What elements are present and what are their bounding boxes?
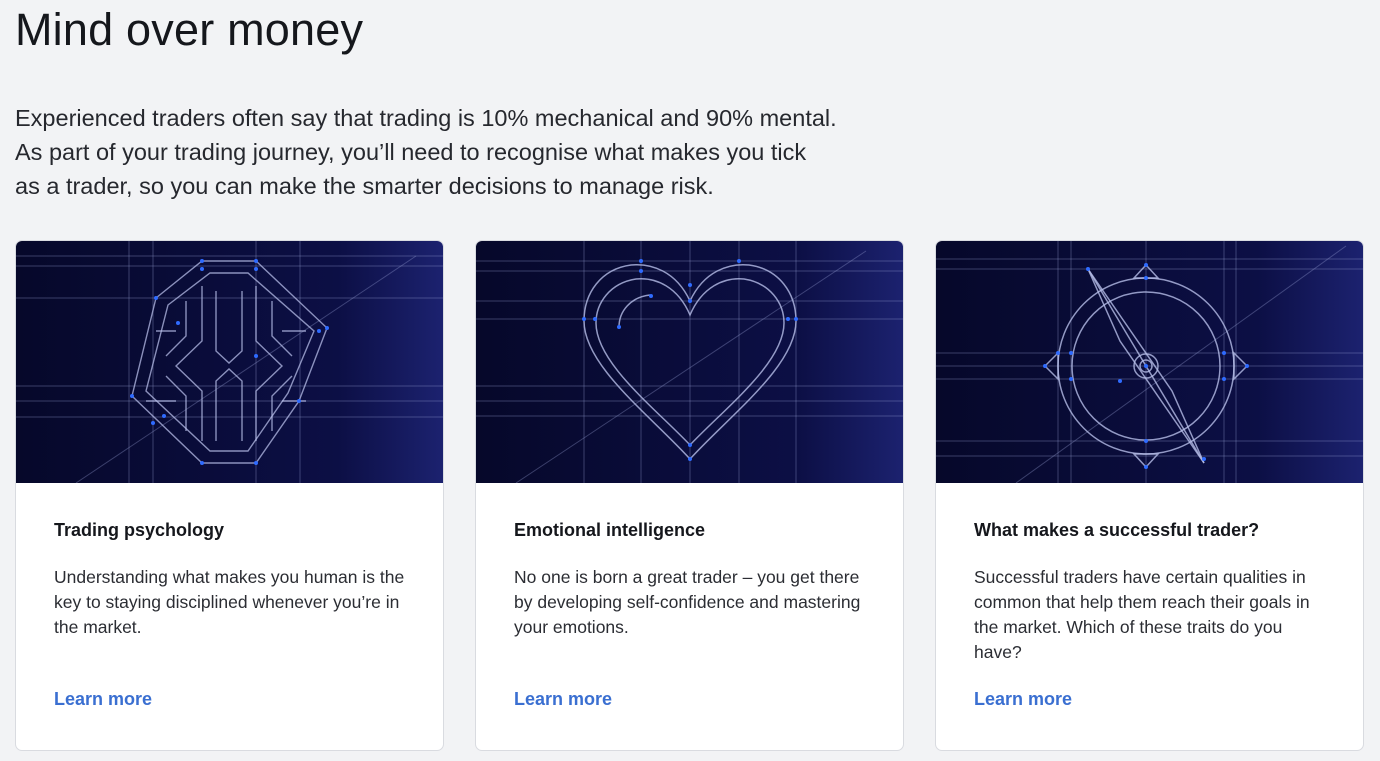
page-title: Mind over money bbox=[15, 4, 364, 55]
intro-line: Experienced traders often say that tradi… bbox=[15, 105, 837, 131]
card-description: No one is born a great trader – you get … bbox=[514, 567, 861, 637]
card-emotional-intelligence: Emotional intelligence No one is born a … bbox=[475, 240, 904, 751]
intro-paragraph: Experienced traders often say that tradi… bbox=[15, 101, 915, 203]
heart-illustration bbox=[476, 241, 903, 483]
learn-more-link[interactable]: Learn more bbox=[514, 689, 612, 710]
card-trading-psychology: Trading psychology Understanding what ma… bbox=[15, 240, 444, 751]
learn-more-link[interactable]: Learn more bbox=[54, 689, 152, 710]
learn-more-link[interactable]: Learn more bbox=[974, 689, 1072, 710]
brain-maze-illustration bbox=[16, 241, 443, 483]
card-successful-trader: What makes a successful trader? Successf… bbox=[935, 240, 1364, 751]
card-title: Trading psychology bbox=[54, 520, 225, 540]
card-description: Successful traders have certain qualitie… bbox=[974, 567, 1310, 662]
compass-illustration bbox=[936, 241, 1363, 483]
intro-line: as a trader, so you can make the smarter… bbox=[15, 173, 714, 199]
card-description: Understanding what makes you human is th… bbox=[54, 567, 405, 637]
card-title: Emotional intelligence bbox=[514, 520, 706, 540]
card-title: What makes a successful trader? bbox=[974, 520, 1260, 540]
intro-line: As part of your trading journey, you’ll … bbox=[15, 139, 807, 165]
